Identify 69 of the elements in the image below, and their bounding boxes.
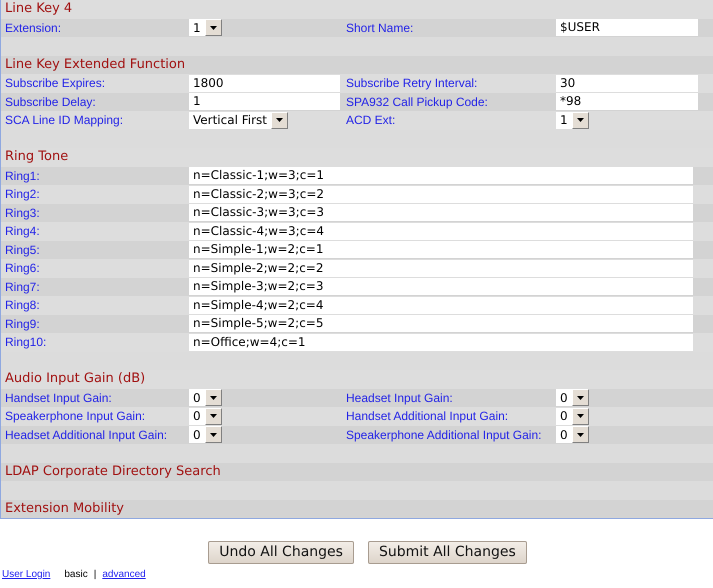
- field-label: Speakerphone Input Gain:: [4, 408, 146, 426]
- field-label: Headset Input Gain:: [345, 390, 454, 407]
- field-label: Speakerphone Additional Input Gain:: [345, 426, 542, 444]
- dropdown[interactable]: 0: [556, 426, 589, 444]
- field-label: Ring1:: [4, 168, 41, 185]
- field-label: Ring6:: [4, 260, 41, 278]
- dropdown[interactable]: 0: [189, 426, 222, 444]
- input-field[interactable]: n=Simple-2;w=2;c=2: [189, 260, 693, 277]
- section-title: LDAP Corporate Directory Search: [4, 462, 221, 480]
- input-field[interactable]: 1800: [189, 74, 340, 92]
- caret-icon: [576, 414, 584, 418]
- field-label: Ring3:: [4, 204, 41, 222]
- section-title: Extension Mobility: [4, 500, 124, 518]
- dropdown[interactable]: 0: [189, 389, 222, 406]
- field-label: Subscribe Expires:: [4, 75, 106, 92]
- dropdown[interactable]: 1: [189, 19, 222, 36]
- dropdown[interactable]: 1: [556, 112, 589, 129]
- field-label: SPA932 Call Pickup Code:: [345, 94, 489, 111]
- form-button[interactable]: Undo All Changes: [208, 541, 354, 564]
- field-label: Extension:: [4, 20, 62, 37]
- caret-icon: [210, 26, 217, 30]
- login-link[interactable]: User Login: [2, 568, 50, 581]
- input-field[interactable]: $USER: [556, 19, 698, 36]
- caret-icon: [276, 118, 283, 122]
- section-title: Line Key Extended Function: [4, 56, 186, 74]
- section-title: Audio Input Gain (dB): [4, 370, 146, 388]
- field-label: ACD Ext:: [345, 112, 396, 130]
- mode-link[interactable]: advanced: [102, 568, 146, 581]
- field-label: Ring8:: [4, 297, 41, 314]
- field-label: Ring2:: [4, 186, 41, 204]
- input-field[interactable]: n=Classic-1;w=3;c=1: [189, 167, 693, 184]
- input-field[interactable]: *98: [556, 93, 698, 110]
- input-field[interactable]: 30: [556, 74, 698, 92]
- field-label: Subscribe Retry Interval:: [345, 75, 478, 92]
- field-label: Headset Additional Input Gain:: [4, 426, 168, 444]
- field-label: Ring7:: [4, 278, 41, 296]
- input-field[interactable]: n=Classic-3;w=3;c=3: [189, 204, 693, 222]
- input-field[interactable]: n=Office;w=4;c=1: [189, 334, 693, 351]
- caret-icon: [210, 432, 217, 437]
- field-label: Ring4:: [4, 223, 41, 240]
- dropdown[interactable]: 0: [556, 408, 589, 425]
- input-field[interactable]: n=Classic-4;w=3;c=4: [189, 222, 693, 240]
- field-label: SCA Line ID Mapping:: [4, 112, 124, 130]
- input-field[interactable]: 1: [189, 93, 340, 110]
- input-field[interactable]: n=Classic-2;w=3;c=2: [189, 186, 693, 203]
- input-field[interactable]: n=Simple-5;w=2;c=5: [189, 315, 693, 332]
- input-field[interactable]: n=Simple-1;w=2;c=1: [189, 241, 693, 258]
- mode-link[interactable]: basic: [64, 568, 88, 581]
- caret-icon: [210, 396, 217, 400]
- field-label: Handset Input Gain:: [4, 390, 113, 407]
- dropdown[interactable]: 0: [189, 408, 222, 425]
- field-label: Ring5:: [4, 242, 41, 259]
- section-title: Ring Tone: [4, 148, 68, 166]
- field-label: Handset Additional Input Gain:: [345, 408, 510, 426]
- field-label: Ring9:: [4, 316, 41, 333]
- input-field[interactable]: n=Simple-3;w=2;c=3: [189, 278, 693, 296]
- dropdown[interactable]: 0: [556, 389, 589, 406]
- field-label: Short Name:: [345, 20, 414, 37]
- caret-icon: [210, 414, 217, 418]
- form-button[interactable]: Submit All Changes: [368, 541, 527, 564]
- separator: |: [94, 568, 96, 581]
- field-label: Subscribe Delay:: [4, 94, 97, 111]
- caret-icon: [576, 432, 584, 437]
- field-label: Ring10:: [4, 334, 48, 352]
- caret-icon: [576, 396, 584, 400]
- section-title: Line Key 4: [4, 0, 72, 18]
- input-field[interactable]: n=Simple-4;w=2;c=4: [189, 296, 693, 314]
- caret-icon: [576, 118, 584, 122]
- dropdown[interactable]: Vertical First: [189, 112, 288, 129]
